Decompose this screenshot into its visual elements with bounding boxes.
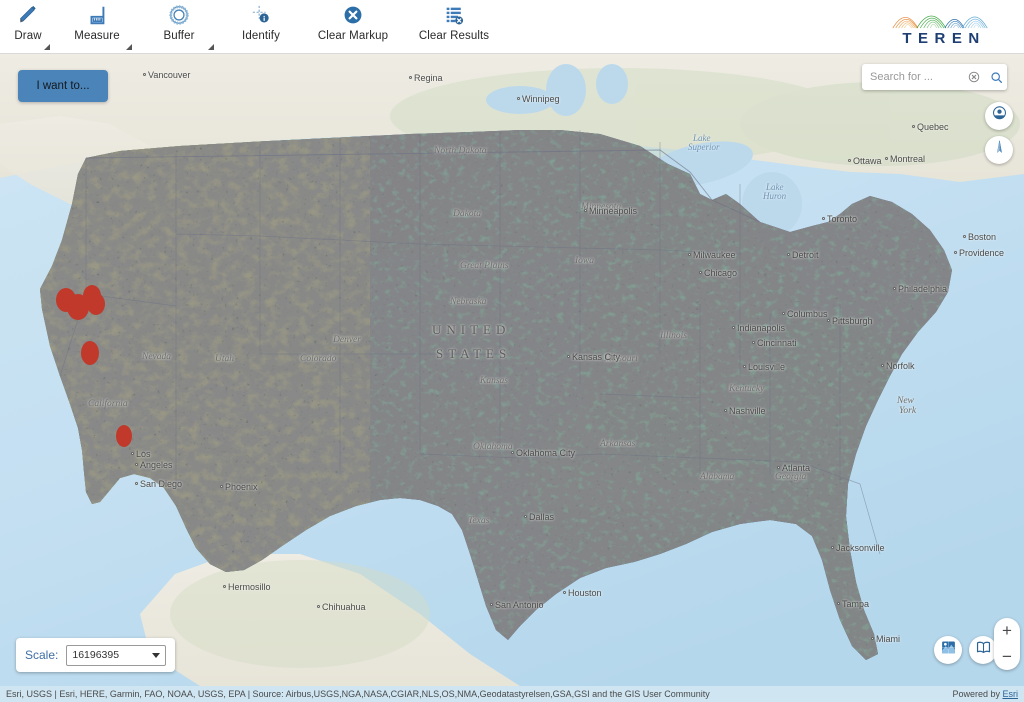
ruler-icon (86, 3, 108, 27)
teren-mountain-mark (892, 15, 988, 29)
tool-clear-results-label: Clear Results (418, 30, 490, 42)
app-header: Draw Measure Buffer Identify Clear Marku… (0, 0, 1024, 54)
zoom-in-button[interactable]: + (995, 619, 1019, 643)
zoom-control[interactable]: + − (994, 618, 1020, 670)
crosshair-info-icon (250, 3, 272, 27)
buffer-circle-icon (168, 3, 190, 27)
tool-draw-label: Draw (14, 30, 42, 42)
legend-button[interactable] (969, 636, 997, 664)
clear-circle-x-icon[interactable] (963, 65, 985, 89)
locate-position-icon (991, 105, 1008, 127)
i-want-to-button[interactable]: I want to... (18, 70, 108, 102)
tool-clear-markup-label: Clear Markup (317, 30, 389, 42)
legend-book-icon (975, 639, 992, 661)
powered-by-prefix: Powered by (952, 689, 1003, 699)
scale-value: 16196395 (72, 649, 120, 661)
map-footer: Esri, USGS | Esri, HERE, Garmin, FAO, NO… (0, 686, 1024, 702)
circle-x-icon (342, 3, 364, 27)
map-viewport[interactable]: UNITED STATES North Dakota Dakota Minnesota G… (0, 54, 1024, 686)
tool-buffer-label: Buffer (163, 30, 195, 42)
basemap-gallery-button[interactable] (934, 636, 962, 664)
map-canvas (0, 54, 1024, 686)
compass-button[interactable] (985, 136, 1013, 164)
search-input[interactable] (862, 71, 963, 83)
esri-link[interactable]: Esri (1003, 689, 1019, 699)
tool-measure-label: Measure (74, 30, 120, 42)
tool-identify[interactable]: Identify (220, 0, 302, 52)
tool-draw[interactable]: Draw (0, 0, 56, 52)
tool-buffer-dropdown-caret[interactable] (208, 44, 214, 50)
teren-logo: TEREN (876, 3, 1006, 51)
chevron-down-icon (152, 652, 161, 658)
list-x-icon (443, 3, 465, 27)
tool-measure-dropdown-caret[interactable] (126, 44, 132, 50)
attribution-text: Esri, USGS | Esri, HERE, Garmin, FAO, NO… (6, 689, 710, 699)
scale-widget[interactable]: Scale: 16196395 (16, 638, 176, 672)
locate-button[interactable] (985, 102, 1013, 130)
scale-select[interactable]: 16196395 (66, 644, 167, 666)
tool-identify-label: Identify (242, 30, 280, 42)
teren-wordmark: TEREN (902, 30, 986, 47)
tool-buffer[interactable]: Buffer (138, 0, 220, 52)
search-box[interactable] (862, 64, 1007, 90)
pencil-icon (17, 3, 39, 27)
tool-draw-dropdown-caret[interactable] (44, 44, 50, 50)
i-want-to-label: I want to... (36, 80, 90, 92)
compass-north-icon (991, 139, 1008, 161)
map-application: Draw Measure Buffer Identify Clear Marku… (0, 0, 1024, 702)
tool-clear-markup[interactable]: Clear Markup (302, 0, 404, 52)
tool-clear-results[interactable]: Clear Results (404, 0, 504, 52)
toolbar: Draw Measure Buffer Identify Clear Marku… (0, 0, 504, 54)
scale-label: Scale: (25, 648, 59, 662)
basemap-gallery-icon (940, 639, 957, 661)
search-icon[interactable] (985, 65, 1007, 89)
powered-by: Powered by Esri (952, 689, 1018, 699)
zoom-out-button[interactable]: − (995, 645, 1019, 669)
tool-measure[interactable]: Measure (56, 0, 138, 52)
